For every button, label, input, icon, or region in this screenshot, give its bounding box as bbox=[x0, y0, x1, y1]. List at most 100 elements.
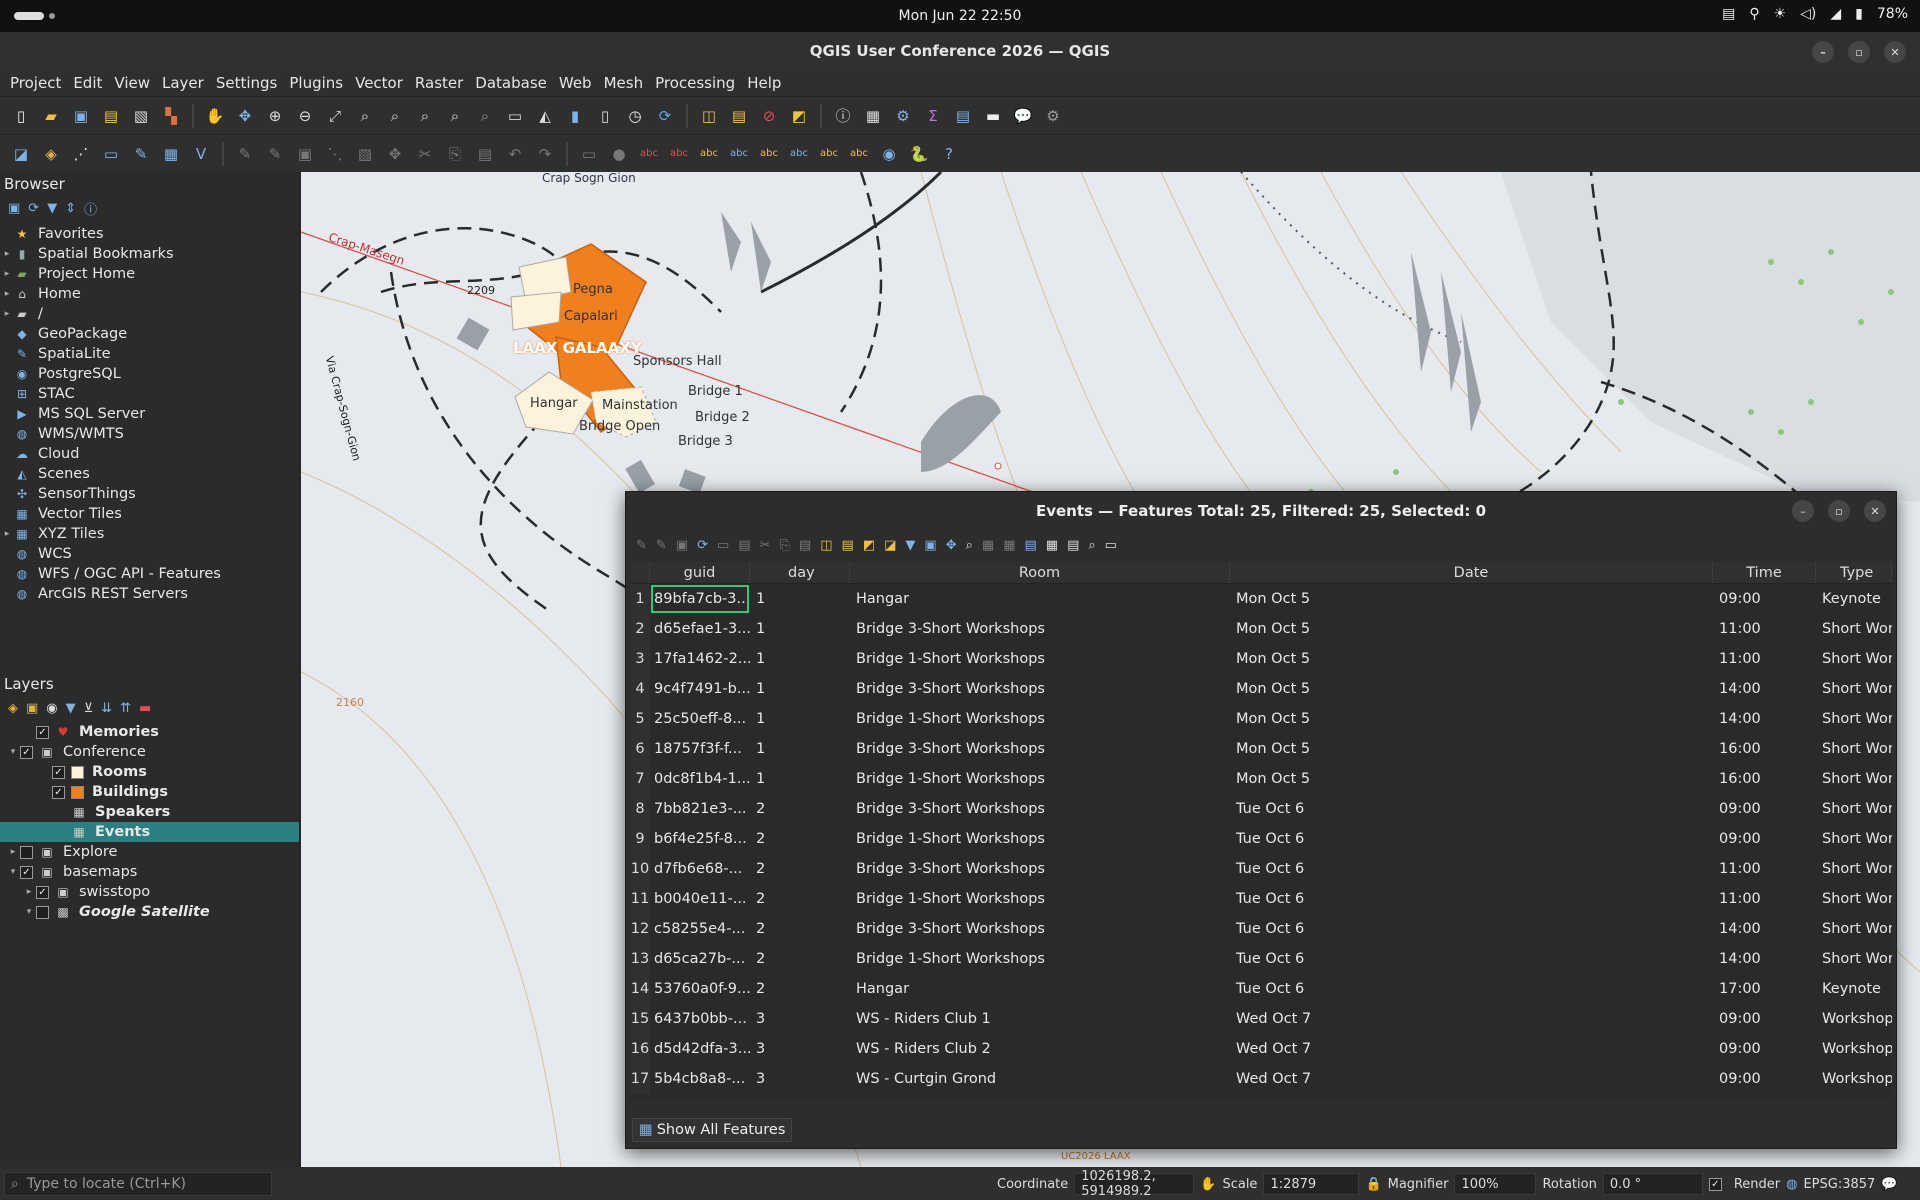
save-project-icon[interactable]: ▣ bbox=[68, 103, 94, 129]
table-cell-day[interactable]: 3 bbox=[750, 1004, 850, 1034]
expand-all-icon[interactable]: ⇊ bbox=[101, 701, 112, 716]
reload-table-icon[interactable]: ⟳ bbox=[697, 538, 708, 553]
table-row[interactable]: 8 7bb821e3-... 2 Bridge 3-Short Workshops Tu… bbox=[630, 794, 1892, 824]
browser-item-xyz-tiles[interactable]: ▸ ▦ XYZ Tiles bbox=[0, 524, 299, 544]
invert-selection-icon[interactable]: ◩ bbox=[863, 538, 875, 553]
table-cell-day[interactable]: 2 bbox=[750, 854, 850, 884]
close-button[interactable]: ✕ bbox=[1884, 41, 1906, 63]
dialog-close-button[interactable]: ✕ bbox=[1864, 500, 1886, 522]
menu-database[interactable]: Database bbox=[469, 74, 553, 92]
table-cell-room[interactable]: WS - Curtgin Grond bbox=[850, 1064, 1230, 1094]
menu-web[interactable]: Web bbox=[553, 74, 598, 92]
table-row[interactable]: 4 9c4f7491-b... 1 Bridge 3-Short Workshops M… bbox=[630, 674, 1892, 704]
browser-item-project-home[interactable]: ▸ ▰ Project Home bbox=[0, 264, 299, 284]
table-cell-room[interactable]: Bridge 3-Short Workshops bbox=[850, 674, 1230, 704]
filter-select-icon[interactable]: ▼ bbox=[905, 538, 915, 553]
table-cell-date[interactable]: Wed Oct 7 bbox=[1230, 1004, 1713, 1034]
new-map-view-icon[interactable]: ▭ bbox=[502, 103, 528, 129]
clipboard-icon[interactable]: ▤ bbox=[1722, 6, 1735, 22]
layer-item-rooms[interactable]: ✓ Rooms bbox=[0, 762, 299, 782]
table-cell-time[interactable]: 09:00 bbox=[1713, 584, 1816, 614]
table-cell-day[interactable]: 3 bbox=[750, 1034, 850, 1064]
activities-indicator[interactable] bbox=[14, 12, 44, 20]
table-cell-time[interactable]: 14:00 bbox=[1713, 914, 1816, 944]
table-cell-date[interactable]: Tue Oct 6 bbox=[1230, 944, 1713, 974]
zoom-last-icon[interactable]: ⌕ bbox=[442, 103, 468, 129]
table-cell-guid[interactable]: d5d42dfa-3... bbox=[650, 1034, 750, 1064]
table-cell-day[interactable]: 2 bbox=[750, 794, 850, 824]
cut-features-icon[interactable]: ✂ bbox=[412, 141, 438, 167]
table-cell-day[interactable]: 1 bbox=[750, 734, 850, 764]
table-cell-guid[interactable]: 6437b0bb-... bbox=[650, 1004, 750, 1034]
map-tips-icon[interactable]: 💬 bbox=[1010, 103, 1036, 129]
table-cell-date[interactable]: Tue Oct 6 bbox=[1230, 854, 1713, 884]
table-cell-guid[interactable]: b0040e11-... bbox=[650, 884, 750, 914]
table-cell-guid[interactable]: 0dc8f1b4-1... bbox=[650, 764, 750, 794]
browser-item-wfs-ogc-api-features[interactable]: ◍ WFS / OGC API - Features bbox=[0, 564, 299, 584]
label-highlight-icon[interactable]: abc bbox=[666, 141, 692, 167]
qgis-plugin-icon[interactable]: ◉ bbox=[876, 141, 902, 167]
table-cell-time[interactable]: 11:00 bbox=[1713, 854, 1816, 884]
layer-item-swisstopo[interactable]: ▸ ✓ ▣ swisstopo bbox=[0, 882, 299, 902]
table-cell-day[interactable]: 3 bbox=[750, 1064, 850, 1094]
expand-arrow-icon[interactable]: ▾ bbox=[6, 867, 20, 877]
table-cell-room[interactable]: Bridge 3-Short Workshops bbox=[850, 854, 1230, 884]
table-cell-date[interactable]: Tue Oct 6 bbox=[1230, 884, 1713, 914]
zoom-full-icon[interactable]: ⤢ bbox=[322, 103, 348, 129]
select-all-icon[interactable]: ▤ bbox=[842, 538, 854, 553]
browser-item-favorites[interactable]: ★ Favorites bbox=[0, 224, 299, 244]
table-row[interactable]: 12 c58255e4-... 2 Bridge 3-Short Workshops T… bbox=[630, 914, 1892, 944]
browser-item-stac[interactable]: ⊞ STAC bbox=[0, 384, 299, 404]
menu-edit[interactable]: Edit bbox=[67, 74, 108, 92]
column-header-room[interactable]: Room bbox=[850, 562, 1230, 583]
browser-item-postgresql[interactable]: ◉ PostgreSQL bbox=[0, 364, 299, 384]
table-cell-day[interactable]: 2 bbox=[750, 974, 850, 1004]
help-icon[interactable]: ? bbox=[936, 141, 962, 167]
table-cell-date[interactable]: Mon Oct 5 bbox=[1230, 644, 1713, 674]
multi-edit-icon[interactable]: ✎ bbox=[656, 538, 667, 553]
table-row[interactable]: 14 53760a0f-9... 2 Hangar Tue Oct 6 17:00 Keyn… bbox=[630, 974, 1892, 1004]
table-cell-time[interactable]: 14:00 bbox=[1713, 674, 1816, 704]
label-move-icon[interactable]: abc bbox=[756, 141, 782, 167]
table-cell-room[interactable]: Bridge 3-Short Workshops bbox=[850, 794, 1230, 824]
table-cell-type[interactable]: Short Worl bbox=[1816, 764, 1892, 794]
save-edits-icon[interactable]: ▣ bbox=[292, 141, 318, 167]
deselect-icon[interactable]: ◪ bbox=[884, 538, 896, 553]
layer-item-speakers[interactable]: ▦ Speakers bbox=[0, 802, 299, 822]
layer-item-google-satellite[interactable]: ▾ ▩ Google Satellite bbox=[0, 902, 299, 922]
browser-item-wms-wmts[interactable]: ◍ WMS/WMTS bbox=[0, 424, 299, 444]
layout-manager-icon[interactable]: ▧ bbox=[128, 103, 154, 129]
zoom-layer-icon[interactable]: ⌕ bbox=[382, 103, 408, 129]
table-cell-room[interactable]: Bridge 3-Short Workshops bbox=[850, 914, 1230, 944]
delete-feature-icon[interactable]: ▤ bbox=[738, 538, 750, 553]
expand-arrow-icon[interactable]: ▸ bbox=[0, 269, 14, 279]
move-selection-top-icon[interactable]: ▣ bbox=[924, 538, 936, 553]
menu-project[interactable]: Project bbox=[4, 74, 67, 92]
table-cell-room[interactable]: Bridge 1-Short Workshops bbox=[850, 644, 1230, 674]
python-console-icon[interactable]: 🐍 bbox=[906, 141, 932, 167]
style-manager-icon[interactable]: ▚ bbox=[158, 103, 184, 129]
table-cell-time[interactable]: 09:00 bbox=[1713, 794, 1816, 824]
table-cell-room[interactable]: Bridge 1-Short Workshops bbox=[850, 764, 1230, 794]
layer-visibility-checkbox[interactable] bbox=[20, 845, 33, 859]
menu-raster[interactable]: Raster bbox=[409, 74, 469, 92]
table-row[interactable]: 3 17fa1462-2... 1 Bridge 1-Short Workshops M… bbox=[630, 644, 1892, 674]
table-cell-type[interactable]: Short Worl bbox=[1816, 944, 1892, 974]
save-edits-icon[interactable]: ▣ bbox=[676, 538, 688, 553]
label-show-hide-icon[interactable]: abc bbox=[726, 141, 752, 167]
table-cell-type[interactable]: Short Worl bbox=[1816, 884, 1892, 914]
table-row[interactable]: 9 b6f4e25f-8... 2 Bridge 1-Short Workshops T… bbox=[630, 824, 1892, 854]
menu-plugins[interactable]: Plugins bbox=[283, 74, 349, 92]
table-cell-room[interactable]: Bridge 1-Short Workshops bbox=[850, 884, 1230, 914]
layer-item-buildings[interactable]: ✓ Buildings bbox=[0, 782, 299, 802]
table-cell-guid[interactable]: 25c50eff-8... bbox=[650, 704, 750, 734]
crs-button[interactable]: EPSG:3857 bbox=[1803, 1177, 1875, 1192]
add-wfs-icon[interactable]: ▦ bbox=[158, 141, 184, 167]
table-cell-day[interactable]: 2 bbox=[750, 884, 850, 914]
table-cell-guid[interactable]: 17fa1462-2... bbox=[650, 644, 750, 674]
table-cell-type[interactable]: Short Worl bbox=[1816, 704, 1892, 734]
system-tray[interactable]: ▤ ⚲ ☀ ◁) ◢ ▮ 78% bbox=[1722, 6, 1908, 22]
collapse-all-layers-icon[interactable]: ⇈ bbox=[120, 701, 131, 716]
table-row[interactable]: 17 5b4cb8a8-... 3 WS - Curtgin Grond Wed Oct… bbox=[630, 1064, 1892, 1094]
layer-visibility-checkbox[interactable]: ✓ bbox=[20, 745, 33, 759]
